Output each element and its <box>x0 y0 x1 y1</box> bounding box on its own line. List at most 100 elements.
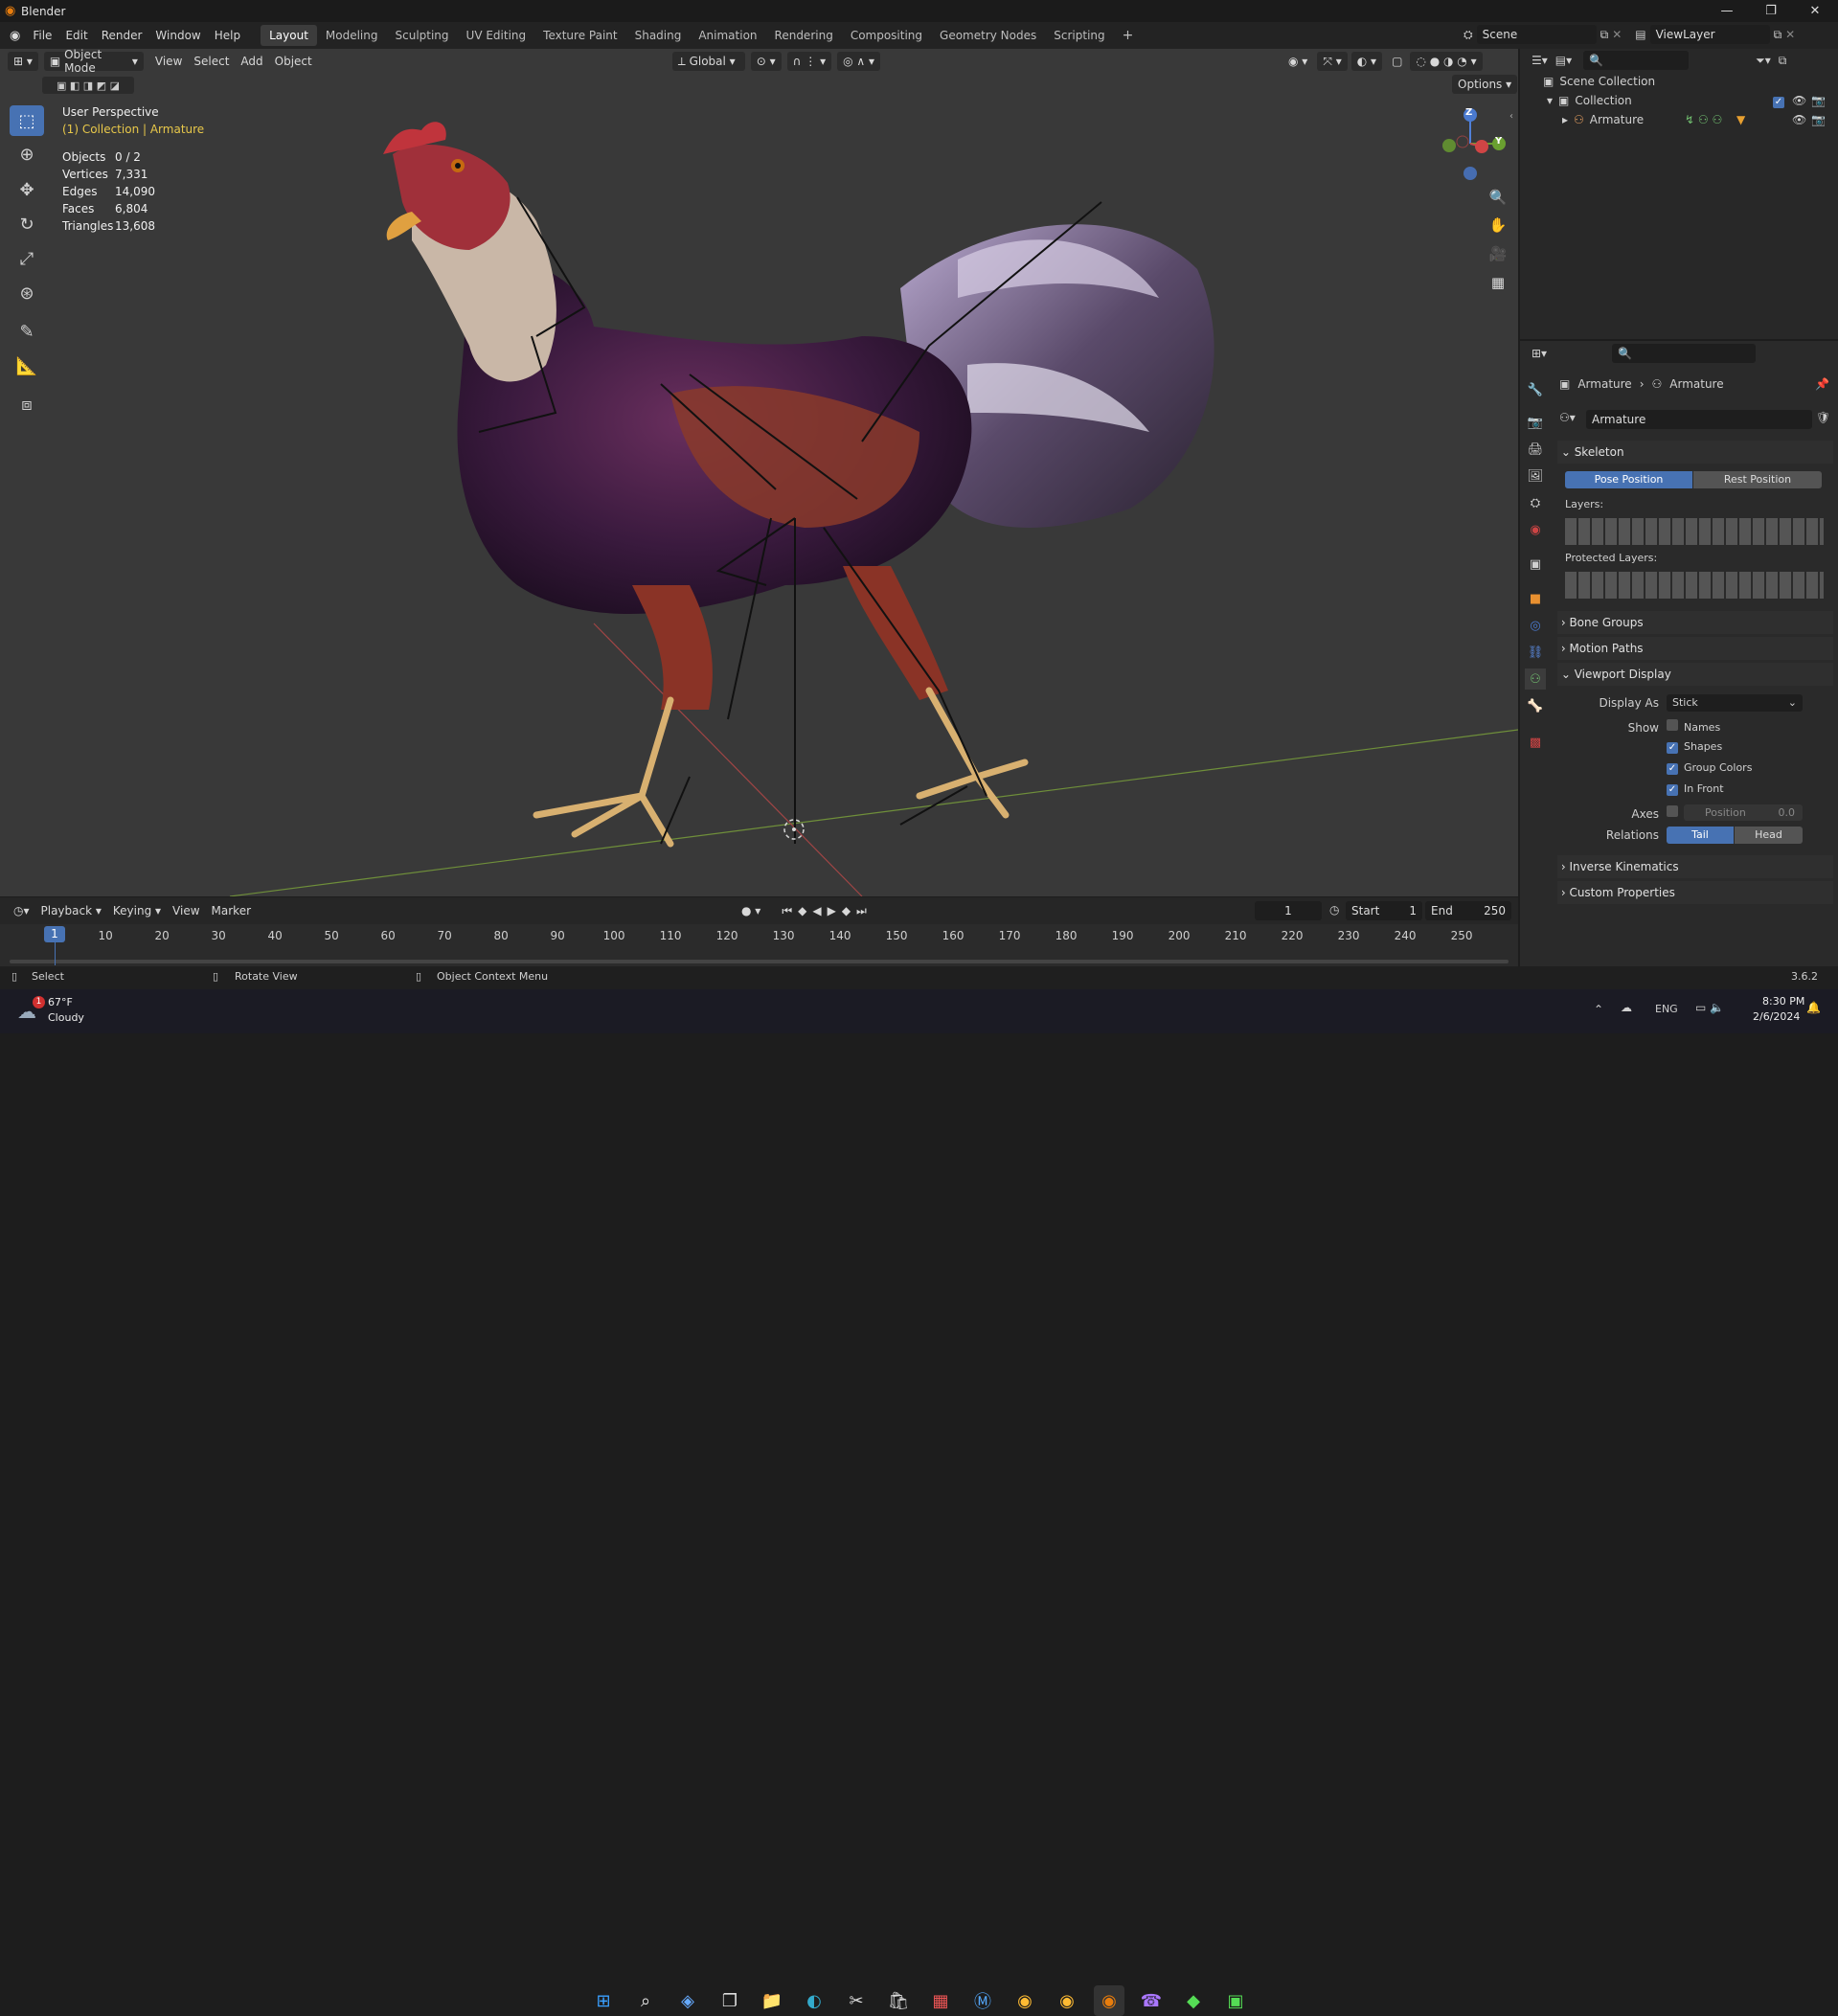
timeline-menu-view[interactable]: View <box>167 901 205 920</box>
onedrive-icon[interactable]: ☁ <box>1621 1001 1632 1014</box>
pose-icon[interactable]: ↯ ⚇ ⚇ <box>1685 113 1722 126</box>
notification-bell-icon[interactable]: 🔔 <box>1806 1001 1821 1014</box>
clock-time[interactable]: 8:30 PM <box>1762 995 1804 1008</box>
display-mode-icon[interactable]: ▤▾ <box>1555 54 1572 67</box>
view-layer-icon[interactable]: ▤ <box>1635 28 1645 41</box>
view-layer-selector[interactable]: ViewLayer <box>1649 25 1770 44</box>
object-tab-icon[interactable]: ■ <box>1525 588 1546 609</box>
names-checkbox[interactable]: Names <box>1667 719 1720 734</box>
file-explorer-icon[interactable]: 📁 <box>757 1985 787 2016</box>
rest-position-button[interactable]: Rest Position <box>1693 471 1822 488</box>
viewport-menu-select[interactable]: Select <box>188 52 235 71</box>
relations-head-button[interactable]: Head <box>1735 827 1803 844</box>
timeline-menu-marker[interactable]: Marker <box>206 901 257 920</box>
inverse-kinematics-panel-header[interactable]: › Inverse Kinematics <box>1557 855 1833 878</box>
in-front-checkbox[interactable]: ✓ In Front <box>1667 782 1724 796</box>
scene-icon[interactable]: ⛭ <box>1464 28 1473 42</box>
collection-tab-icon[interactable]: ▣ <box>1525 554 1546 575</box>
camera-view-icon[interactable]: 🎥 <box>1486 241 1510 266</box>
display-as-dropdown[interactable]: Stick ⌄ <box>1667 694 1803 712</box>
workspace-tab-texture-paint[interactable]: Texture Paint <box>534 25 625 46</box>
eye-icon[interactable]: 👁 <box>1792 113 1806 126</box>
snap-icon[interactable]: ∩ ⋮ ▾ <box>786 52 832 71</box>
start-button-icon[interactable]: ⊞ <box>588 1985 619 2016</box>
outliner-row-collection[interactable]: ▾ ▣ Collection ✓ 👁 📷 <box>1547 94 1834 108</box>
pivot-point-icon[interactable]: ⊙ ▾ <box>750 52 782 71</box>
custom-properties-panel-header[interactable]: › Custom Properties <box>1557 881 1833 904</box>
physics-tab-icon[interactable]: ◎ <box>1525 615 1546 636</box>
xray-toggle-icon[interactable]: ▢ <box>1386 52 1408 71</box>
workspace-tab-rendering[interactable]: Rendering <box>766 25 842 46</box>
pin-icon[interactable]: 📌 <box>1815 377 1829 391</box>
chrome-icon[interactable]: ◉ <box>1010 1985 1040 2016</box>
menu-window[interactable]: Window <box>148 22 207 49</box>
sidebar-toggle-icon[interactable]: ‹ <box>1509 111 1513 122</box>
search-icon[interactable]: ⌕ <box>630 1985 661 2016</box>
motion-paths-panel-header[interactable]: › Motion Paths <box>1557 637 1833 660</box>
workspace-tab-scripting[interactable]: Scripting <box>1045 25 1113 46</box>
3d-viewport[interactable] <box>0 49 1518 896</box>
scene-selector[interactable]: Scene <box>1476 25 1597 44</box>
delete-view-layer-icon[interactable]: ✕ <box>1785 28 1795 41</box>
workspace-tab-shading[interactable]: Shading <box>626 25 691 46</box>
expand-arrow-icon[interactable]: ▾ <box>1547 94 1553 107</box>
shading-modes-icon[interactable]: ◌ ● ◑ ◔ ▾ <box>1410 52 1483 71</box>
blender-menu-icon[interactable]: ◉ <box>10 29 20 43</box>
snipping-tool-icon[interactable]: ✂ <box>841 1985 872 2016</box>
proportional-editing-icon[interactable]: ◎ ∧ ▾ <box>837 52 880 71</box>
fake-user-icon[interactable]: 🛡 <box>1816 411 1830 424</box>
minimize-button[interactable]: — <box>1705 0 1749 22</box>
workspace-tab-animation[interactable]: Animation <box>690 25 765 46</box>
exclude-checkbox-icon[interactable]: ✓ <box>1773 94 1790 108</box>
measure-tool[interactable]: 📐 <box>10 351 44 381</box>
widgets-icon[interactable]: ◈ <box>672 1985 703 2016</box>
store-icon[interactable]: 🛍 <box>883 1985 914 2016</box>
maximize-button[interactable]: ❐ <box>1749 0 1793 22</box>
menu-edit[interactable]: Edit <box>58 22 94 49</box>
rotate-tool[interactable]: ↻ <box>10 209 44 239</box>
axes-position-field[interactable]: Position 0.0 <box>1684 804 1803 821</box>
auto-keying-icon[interactable]: ● ▾ <box>736 901 766 920</box>
move-tool[interactable]: ✥ <box>10 174 44 205</box>
select-box-tool[interactable]: ⬚ <box>10 105 44 136</box>
new-collection-icon[interactable]: ⧉ <box>1779 54 1787 68</box>
clock-date[interactable]: 2/6/2024 <box>1753 1010 1800 1023</box>
viewport-menu-add[interactable]: Add <box>235 52 268 71</box>
workspace-tab-modeling[interactable]: Modeling <box>317 25 387 46</box>
tool-tab-icon[interactable]: 🔧 <box>1525 379 1546 400</box>
filter-icon[interactable]: ⏷▾ <box>1756 54 1771 68</box>
eye-icon[interactable]: 👁 <box>1792 94 1806 107</box>
timeline-menu-playback[interactable]: Playback ▾ <box>35 901 107 920</box>
view-layer-tab-icon[interactable]: 🖼 <box>1525 465 1546 487</box>
bone-tab-icon[interactable]: 🦴 <box>1525 695 1546 716</box>
menu-help[interactable]: Help <box>208 22 247 49</box>
armature-datablock-field[interactable]: Armature <box>1586 410 1812 429</box>
pose-position-button[interactable]: Pose Position <box>1565 471 1692 488</box>
menu-render[interactable]: Render <box>95 22 149 49</box>
zoom-icon[interactable]: 🔍 <box>1486 185 1510 210</box>
workspace-tab-compositing[interactable]: Compositing <box>842 25 931 46</box>
texture-tab-icon[interactable]: ▩ <box>1525 732 1546 753</box>
select-mode-buttons[interactable]: ▣ ◧ ◨ ◩ ◪ <box>42 77 134 94</box>
playback-controls[interactable]: ⏮◆◀▶◆⏭ <box>776 901 878 920</box>
armature-data-tab-icon[interactable]: ⚇ <box>1525 668 1546 690</box>
timeline-scrollbar[interactable] <box>10 960 1509 963</box>
add-workspace-icon[interactable]: + <box>1114 25 1143 46</box>
workspace-tab-layout[interactable]: Layout <box>261 25 317 46</box>
cursor-tool[interactable]: ⊕ <box>10 139 44 170</box>
blender-taskbar-icon[interactable]: ◉ <box>1094 1985 1124 2016</box>
world-tab-icon[interactable]: ◉ <box>1525 519 1546 540</box>
bone-groups-panel-header[interactable]: › Bone Groups <box>1557 611 1833 634</box>
outliner-search-input[interactable]: 🔍 <box>1583 51 1690 70</box>
mode-selector[interactable]: ▣ Object Mode ▾ <box>43 48 144 75</box>
workspace-tab-geometry-nodes[interactable]: Geometry Nodes <box>931 25 1045 46</box>
preview-range-icon[interactable]: ◷ <box>1329 903 1339 917</box>
navigation-gizmo[interactable]: Z Y <box>1432 103 1509 180</box>
camera-restrict-icon[interactable]: 📷 <box>1811 113 1826 126</box>
app-robot-icon[interactable]: ▣ <box>1220 1985 1251 2016</box>
tray-overflow-icon[interactable]: ⌃ <box>1594 1003 1603 1016</box>
ortho-grid-icon[interactable]: ▦ <box>1486 270 1510 295</box>
skeleton-panel-header[interactable]: ⌄ Skeleton <box>1557 441 1833 464</box>
outliner-editor-type-icon[interactable]: ☰▾ <box>1532 54 1548 67</box>
new-scene-icon[interactable]: ⧉ <box>1600 28 1609 42</box>
